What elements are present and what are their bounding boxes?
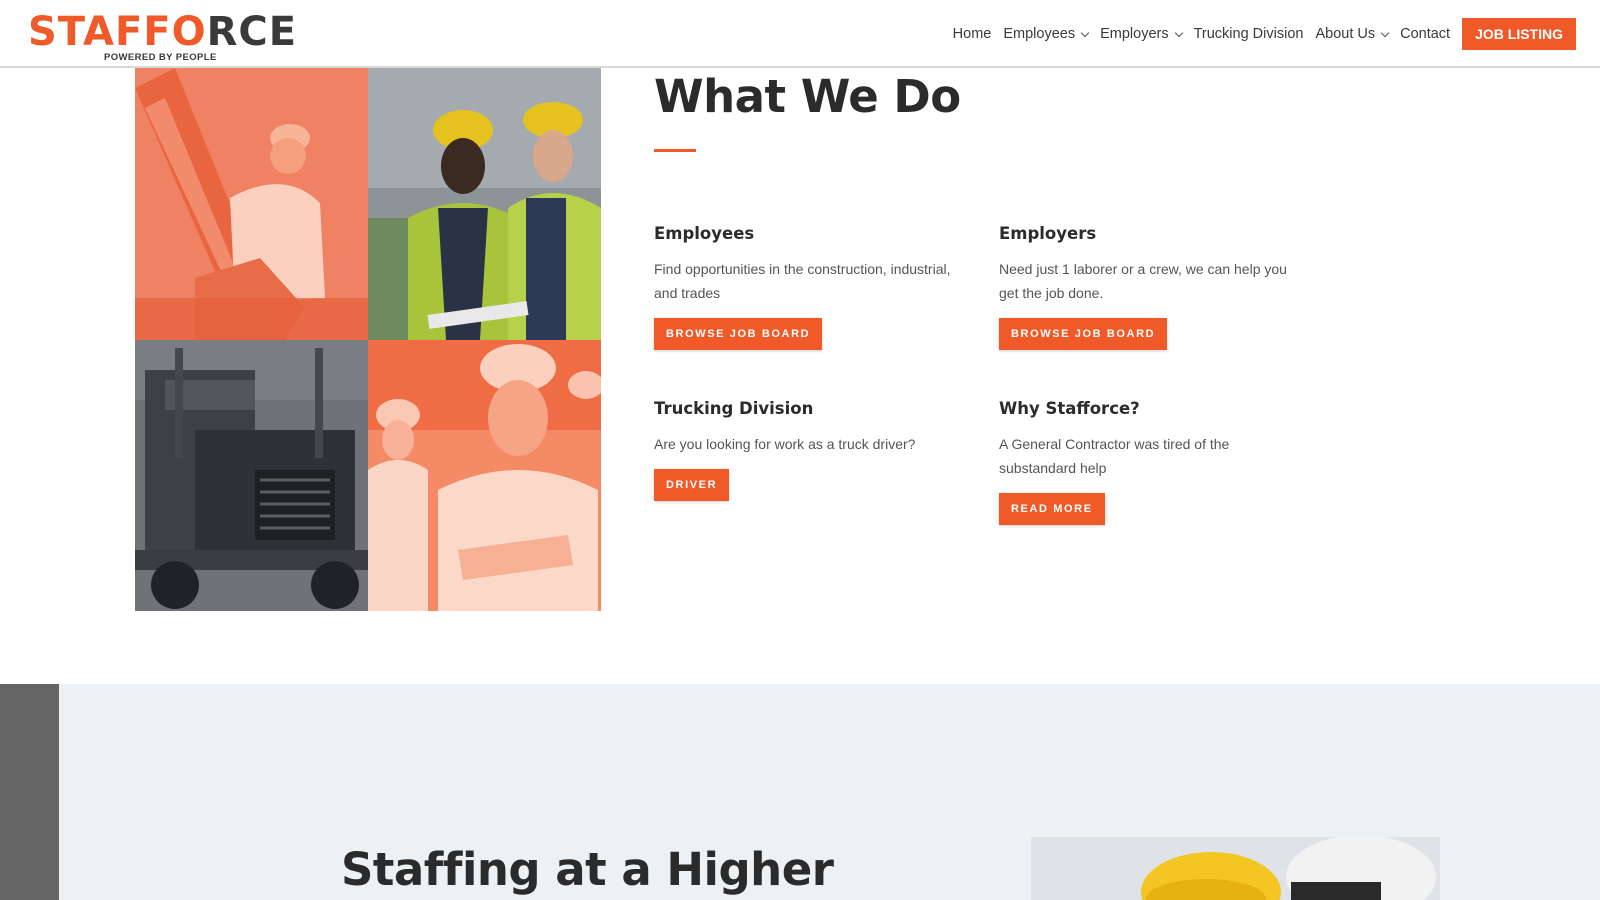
logo-wordmark: STAFFORCE: [28, 9, 298, 55]
truck-photo: [135, 340, 368, 611]
smiling-workers-photo: [368, 340, 601, 611]
employers-card: Employers Need just 1 laborer or a crew,…: [999, 224, 1299, 350]
card-description: A General Contractor was tired of the su…: [999, 436, 1230, 476]
job-listing-button[interactable]: JOB LISTING: [1462, 18, 1576, 50]
nav-contact[interactable]: Contact: [1400, 26, 1450, 42]
chevron-down-icon: [1380, 28, 1390, 37]
engineers-photo: [368, 68, 601, 340]
employers-browse-job-board-button[interactable]: BROWSE JOB BOARD: [999, 318, 1168, 350]
chevron-down-icon: [1080, 28, 1090, 37]
nav-about-us[interactable]: About Us: [1315, 26, 1390, 42]
chevron-down-icon: [1174, 28, 1183, 37]
photo-collage: [135, 68, 601, 611]
nav-employers[interactable]: Employers: [1100, 26, 1183, 42]
nav-employees[interactable]: Employees: [1003, 26, 1090, 42]
worker-beam-photo: [135, 68, 368, 340]
site-header: STAFFORCE POWERED BY PEOPLE Home Employe…: [0, 0, 1600, 68]
heading-divider: [654, 149, 696, 152]
card-description: Need just 1 laborer or a crew, we can he…: [999, 261, 1287, 301]
card-title: Why Stafforce?: [999, 399, 1140, 418]
read-more-button[interactable]: READ MORE: [999, 493, 1105, 525]
hardhat-worker-photo: [1031, 837, 1440, 900]
card-title: Employers: [999, 224, 1097, 243]
card-title: Trucking Division: [654, 399, 814, 418]
nav-home[interactable]: Home: [953, 26, 992, 42]
nav-trucking-division[interactable]: Trucking Division: [1194, 26, 1304, 42]
trucking-division-card: Trucking Division Are you looking for wo…: [654, 399, 954, 501]
main-navigation: Home Employees Employers Trucking Divisi…: [941, 18, 1576, 50]
logo-tagline: POWERED BY PEOPLE: [104, 52, 217, 63]
card-title: Employees: [654, 224, 755, 243]
why-stafforce-card: Why Stafforce? A General Contractor was …: [999, 399, 1299, 525]
stafforce-logo[interactable]: STAFFORCE POWERED BY PEOPLE: [28, 8, 296, 64]
staffing-heading: Staffing at a Higher: [341, 843, 834, 896]
logo-hardhat-o: O: [171, 9, 207, 55]
what-we-do-heading: What We Do: [654, 70, 961, 123]
employees-browse-job-board-button[interactable]: BROWSE JOB BOARD: [654, 318, 823, 350]
card-description: Are you looking for work as a truck driv…: [654, 436, 916, 452]
driver-button[interactable]: DRIVER: [654, 469, 730, 501]
side-accent-bar: [0, 684, 59, 900]
card-description: Find opportunities in the construction, …: [654, 261, 951, 301]
employees-card: Employees Find opportunities in the cons…: [654, 224, 954, 350]
